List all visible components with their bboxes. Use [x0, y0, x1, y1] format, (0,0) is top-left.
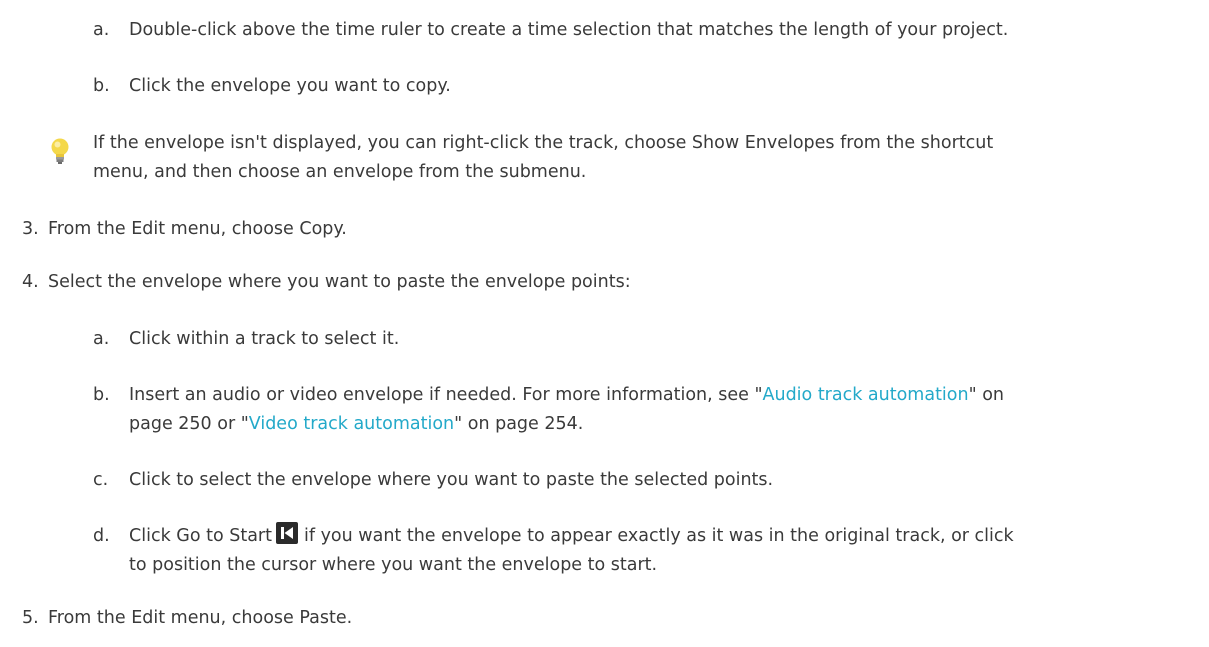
step-text-line: page 250 or "Video track automation" on …	[129, 409, 583, 440]
step-text: Click to select the envelope where you w…	[129, 470, 774, 490]
step-text-line: Click Go to Start if you want the envelop…	[129, 521, 1014, 552]
text-fragment: Click Go to Start	[129, 526, 272, 546]
list-marker: b.	[93, 76, 110, 96]
list-marker: d.	[93, 526, 110, 546]
step-text-line: Insert an audio or video envelope if nee…	[129, 380, 1004, 411]
lightbulb-icon	[50, 138, 70, 168]
list-marker: a.	[93, 20, 110, 40]
step-text: From the Edit menu, choose Paste.	[48, 608, 353, 628]
text-fragment: if you want the envelope to appear exact…	[303, 526, 1014, 546]
text-fragment: page 250 or "	[129, 414, 249, 434]
video-track-automation-link[interactable]: Video track automation	[249, 414, 454, 434]
list-marker: a.	[93, 329, 110, 349]
list-marker: b.	[93, 385, 110, 405]
step-text: Click within a track to select it.	[129, 329, 400, 349]
text-fragment: " on page 254.	[454, 414, 584, 434]
tip-text: menu, and then choose an envelope from t…	[93, 162, 587, 182]
step-text: Click the envelope you want to copy.	[129, 76, 451, 96]
tip-text: If the envelope isn't displayed, you can…	[93, 133, 994, 153]
audio-track-automation-link[interactable]: Audio track automation	[763, 385, 969, 405]
text-fragment: " on	[968, 385, 1005, 405]
list-marker: c.	[93, 470, 109, 490]
list-marker: 3.	[22, 219, 39, 239]
step-text: Select the envelope where you want to pa…	[48, 272, 631, 292]
list-marker: 5.	[22, 608, 39, 628]
text-fragment: Insert an audio or video envelope if nee…	[129, 385, 763, 405]
step-text: Double-click above the time ruler to cre…	[129, 20, 1009, 40]
step-text: to position the cursor where you want th…	[129, 555, 658, 575]
list-marker: 4.	[22, 272, 39, 292]
step-text: From the Edit menu, choose Copy.	[48, 219, 347, 239]
go-to-start-icon	[275, 522, 298, 544]
